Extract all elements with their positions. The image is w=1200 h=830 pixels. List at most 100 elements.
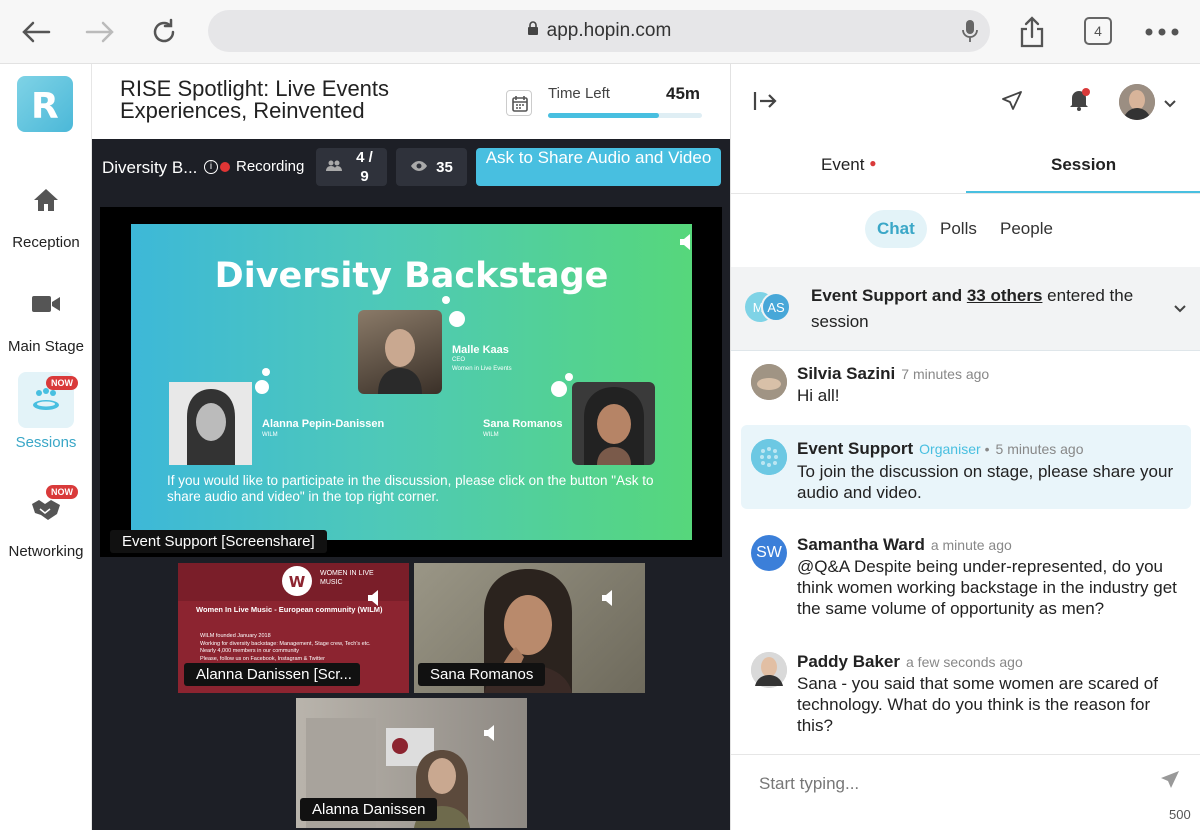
avatar[interactable] (751, 439, 787, 475)
speaker-name: Malle Kaas (452, 344, 509, 356)
speaker-photo (169, 382, 252, 465)
bubble-decoration (565, 373, 573, 381)
bubble-decoration (442, 296, 450, 304)
svg-text:W: W (289, 573, 306, 591)
speaker-volume-icon[interactable] (482, 724, 500, 742)
avatar[interactable] (751, 364, 787, 400)
more-icon[interactable] (1144, 14, 1180, 50)
sidebar-item-label: Sessions (15, 434, 77, 451)
time-progress-fill (548, 113, 659, 118)
hopin-logo[interactable]: R (17, 76, 73, 132)
address-bar[interactable]: app.hopin.com (208, 10, 990, 52)
video-label: Sana Romanos (418, 663, 546, 686)
avatar[interactable] (751, 652, 787, 688)
now-badge: NOW (46, 376, 78, 390)
others-link[interactable]: 33 others (967, 286, 1043, 305)
time-left-value: 45m (666, 84, 701, 103)
message-author: Paddy Baker a few seconds ago (797, 652, 1023, 672)
viewers-count: 35 (396, 148, 467, 186)
collapse-panel-icon[interactable] (753, 90, 777, 117)
video-camera-icon (18, 276, 74, 332)
info-icon[interactable]: i (204, 159, 218, 174)
message-author: Event Support Organiser • 5 minutes ago (797, 439, 1084, 459)
author-name: Event Support (797, 439, 914, 458)
reload-icon[interactable] (146, 14, 182, 50)
entered-session-notice[interactable]: MI AS Event Support and 33 others entere… (731, 267, 1200, 351)
time-left-label: Time Left (548, 85, 610, 102)
video-label: Event Support [Screenshare] (110, 530, 327, 553)
bell-icon[interactable] (1067, 88, 1091, 117)
tab-session[interactable]: Session (1051, 155, 1116, 175)
chevron-down-icon[interactable] (1173, 301, 1187, 319)
send-message-icon[interactable] (1159, 769, 1181, 796)
recording-indicator: i Recording (204, 158, 304, 175)
tab-chat[interactable]: Chat (865, 210, 927, 248)
screenshare-video[interactable]: Diversity Backstage Malle Kaas CEO Women… (100, 207, 722, 557)
right-panel: Event ● Session Chat Polls People MI AS … (730, 64, 1200, 830)
avatar[interactable]: SW (751, 535, 787, 571)
speaker-volume-icon[interactable] (600, 589, 618, 607)
chat-input[interactable] (759, 774, 1119, 794)
active-tab-indicator (966, 191, 1200, 193)
message-author: Samantha Ward a minute ago (797, 535, 1012, 555)
speaker-photo (358, 310, 442, 394)
sidebar-item-networking[interactable]: NOW Networking (0, 481, 92, 560)
message-text: Hi all! (797, 386, 840, 405)
sidebar-item-reception[interactable]: Reception (0, 172, 92, 251)
lock-icon (527, 20, 539, 42)
speaker-volume-icon[interactable] (366, 589, 384, 607)
wilm-logo-icon: W (282, 566, 312, 596)
participant-tile[interactable]: W WOMEN IN LIVE MUSIC Women In Live Musi… (178, 563, 409, 693)
chat-message: SW Samantha Ward a minute ago @Q&A Despit… (741, 533, 1191, 625)
stage-toolbar: Diversity B... i Recording 4 / 9 35 Ask … (92, 139, 730, 195)
participant-tile[interactable]: Sana Romanos (414, 563, 645, 693)
video-label: Alanna Danissen (300, 798, 438, 821)
url-text: app.hopin.com (546, 20, 672, 41)
recording-label: Recording (236, 158, 305, 175)
sidebar-item-main-stage[interactable]: Main Stage (0, 276, 92, 355)
sidebar-item-label: Reception (12, 234, 80, 251)
chat-sub-tabs: Chat Polls People (731, 210, 1200, 250)
message-text: To join the discussion on stage, please … (797, 462, 1174, 502)
tab-event[interactable]: Event ● (821, 155, 876, 175)
forward-icon[interactable] (82, 14, 118, 50)
sidebar-item-sessions[interactable]: NOW Sessions (0, 372, 92, 451)
tab-people[interactable]: People (988, 210, 1065, 248)
chat-composer: 500 (731, 754, 1200, 830)
chevron-down-icon[interactable] (1163, 96, 1177, 114)
message-text: Sana - you said that some women are scar… (797, 674, 1158, 735)
speaker-name: Alanna Pepin-Danissen (262, 418, 385, 430)
tab-polls[interactable]: Polls (928, 210, 989, 248)
tile-slide-bullets: WILM founded January 2018 Working for di… (200, 633, 400, 663)
speaker-volume-icon[interactable] (678, 233, 696, 251)
panel-tabs: Event ● Session (731, 148, 1200, 194)
entered-prefix: Event Support and (811, 286, 967, 305)
organiser-badge: Organiser (919, 441, 981, 457)
send-icon[interactable] (1001, 90, 1023, 117)
eye-icon (410, 159, 428, 176)
chat-message: Event Support Organiser • 5 minutes ago To … (741, 425, 1191, 509)
sidebar-item-label: Networking (8, 543, 84, 560)
separator: • (984, 441, 990, 457)
microphone-icon[interactable] (962, 19, 978, 49)
ask-to-share-button[interactable]: Ask to Share Audio and Video (476, 148, 721, 186)
tabs-count-button[interactable]: 4 (1084, 17, 1112, 45)
presentation-slide: Diversity Backstage Malle Kaas CEO Women… (131, 224, 692, 540)
tab-label: Event (821, 155, 865, 174)
bullet: WILM founded January 2018 (200, 633, 271, 639)
bullet: Working for diversity backstage: Managem… (200, 640, 371, 647)
speaker-org: WILM (483, 432, 499, 438)
session-title: RISE Spotlight: Live Events Experiences,… (120, 76, 390, 123)
unread-dot-icon: ● (869, 156, 877, 170)
bullet: Please, follow us on Facebook, Instagram… (200, 655, 325, 662)
message-time: a minute ago (930, 537, 1012, 553)
participant-tile[interactable]: Alanna Danissen (296, 698, 527, 828)
back-icon[interactable] (18, 14, 54, 50)
share-icon[interactable] (1014, 14, 1050, 50)
calendar-icon[interactable] (506, 90, 532, 116)
user-avatar[interactable] (1119, 84, 1155, 120)
chat-message: Paddy Baker a few seconds ago Sana - you … (741, 650, 1191, 742)
stage-area: Diversity B... i Recording 4 / 9 35 Ask … (92, 139, 730, 830)
tile-logo-text: WOMEN IN LIVE MUSIC (320, 570, 374, 586)
slide-title: Diversity Backstage (214, 256, 609, 296)
